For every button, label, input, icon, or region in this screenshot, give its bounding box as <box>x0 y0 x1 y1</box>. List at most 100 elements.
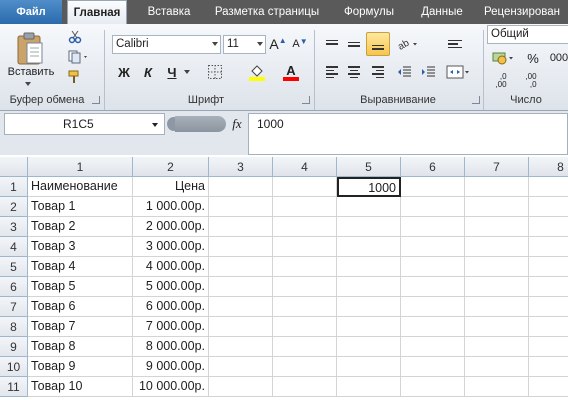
row-header[interactable]: 9 <box>0 337 28 357</box>
cell[interactable]: Товар 1 <box>28 197 133 217</box>
cell[interactable]: Цена <box>133 177 209 197</box>
cell[interactable] <box>529 337 568 357</box>
paste-dropdown-arrow[interactable] <box>25 82 31 86</box>
row-header[interactable]: 7 <box>0 297 28 317</box>
cell[interactable] <box>465 277 529 297</box>
cell[interactable] <box>273 297 337 317</box>
cell[interactable] <box>465 337 529 357</box>
cell[interactable] <box>337 217 401 237</box>
cell[interactable] <box>209 337 273 357</box>
cell[interactable] <box>465 317 529 337</box>
align-top-icon[interactable] <box>322 34 342 54</box>
row-header[interactable]: 3 <box>0 217 28 237</box>
cell[interactable] <box>273 337 337 357</box>
font-size-dropdown[interactable]: 11 <box>223 35 266 54</box>
shrink-font-button[interactable]: A ▼ <box>290 34 310 54</box>
cell[interactable] <box>401 177 465 197</box>
cell[interactable] <box>401 337 465 357</box>
cell[interactable] <box>401 277 465 297</box>
tab-review[interactable]: Рецензирован <box>484 0 568 24</box>
cell[interactable]: Товар 4 <box>28 257 133 277</box>
column-header[interactable]: 2 <box>133 157 209 177</box>
align-left-icon[interactable] <box>322 62 342 82</box>
chevron-down-icon[interactable] <box>152 123 158 127</box>
underline-dropdown-arrow[interactable] <box>184 70 190 74</box>
cell[interactable] <box>529 197 568 217</box>
cell[interactable] <box>401 257 465 277</box>
cell[interactable]: Товар 7 <box>28 317 133 337</box>
cell[interactable] <box>465 217 529 237</box>
cell[interactable] <box>337 337 401 357</box>
cell[interactable] <box>273 357 337 377</box>
alignment-launcher-icon[interactable] <box>472 96 480 104</box>
cell[interactable]: Товар 6 <box>28 297 133 317</box>
row-header[interactable]: 8 <box>0 317 28 337</box>
cell[interactable] <box>529 297 568 317</box>
tab-insert[interactable]: Вставка <box>136 0 202 24</box>
formula-input[interactable]: 1000 <box>248 113 568 155</box>
align-bottom-icon[interactable] <box>366 32 390 56</box>
cell[interactable] <box>401 217 465 237</box>
cell[interactable] <box>273 237 337 257</box>
cell[interactable] <box>465 297 529 317</box>
cell[interactable] <box>401 237 465 257</box>
select-all-button[interactable] <box>0 157 28 177</box>
cell[interactable] <box>465 377 529 397</box>
cell[interactable] <box>401 377 465 397</box>
merge-center-icon[interactable] <box>444 62 472 82</box>
cell[interactable] <box>273 217 337 237</box>
cell[interactable]: 2 000.00р. <box>133 217 209 237</box>
tab-formulas[interactable]: Формулы <box>336 0 402 24</box>
tab-home[interactable]: Главная <box>67 0 127 25</box>
row-header[interactable]: 4 <box>0 237 28 257</box>
cell[interactable]: 9 000.00р. <box>133 357 209 377</box>
cell[interactable] <box>337 357 401 377</box>
cell[interactable] <box>337 297 401 317</box>
cell[interactable] <box>273 317 337 337</box>
borders-icon[interactable] <box>204 62 226 82</box>
increase-indent-icon[interactable] <box>418 62 438 82</box>
decrease-decimal-button[interactable]: ,00 ,0 <box>518 70 544 92</box>
cell[interactable]: Наименование <box>28 177 133 197</box>
fill-color-icon[interactable] <box>246 62 268 82</box>
cell[interactable]: 3 000.00р. <box>133 237 209 257</box>
row-header[interactable]: 1 <box>0 177 28 197</box>
clipboard-launcher-icon[interactable] <box>92 96 100 104</box>
row-header[interactable]: 10 <box>0 357 28 377</box>
font-name-dropdown[interactable]: Calibri <box>112 35 221 54</box>
cell[interactable] <box>529 277 568 297</box>
selected-cell[interactable]: 1000 <box>337 177 401 197</box>
tab-page-layout[interactable]: Разметка страницы <box>208 0 326 24</box>
italic-button[interactable]: К <box>138 62 158 82</box>
wrap-text-icon[interactable] <box>444 34 466 54</box>
cell[interactable] <box>465 237 529 257</box>
column-header[interactable]: 3 <box>209 157 273 177</box>
name-box[interactable]: R1C5 <box>4 113 165 135</box>
cell[interactable] <box>209 217 273 237</box>
cell[interactable] <box>209 177 273 197</box>
cell[interactable] <box>529 217 568 237</box>
column-header[interactable]: 1 <box>28 157 133 177</box>
cell[interactable] <box>337 237 401 257</box>
cell[interactable]: 5 000.00р. <box>133 277 209 297</box>
cell[interactable] <box>401 197 465 217</box>
paste-button-label[interactable]: Вставить <box>4 66 58 78</box>
cell[interactable] <box>529 237 568 257</box>
percent-button[interactable]: % <box>524 48 542 68</box>
cell[interactable] <box>273 197 337 217</box>
copy-icon[interactable] <box>66 48 92 66</box>
cell[interactable]: 6 000.00р. <box>133 297 209 317</box>
column-header[interactable]: 4 <box>273 157 337 177</box>
cell[interactable] <box>465 357 529 377</box>
align-middle-icon[interactable] <box>344 34 364 54</box>
align-right-icon[interactable] <box>368 62 388 82</box>
cell[interactable] <box>209 297 273 317</box>
tab-data[interactable]: Данные <box>410 0 474 24</box>
row-header[interactable]: 11 <box>0 377 28 397</box>
cell[interactable]: 10 000.00р. <box>133 377 209 397</box>
column-header[interactable]: 5 <box>337 157 401 177</box>
number-format-dropdown[interactable]: Общий <box>487 25 568 44</box>
cell[interactable]: 8 000.00р. <box>133 337 209 357</box>
cell[interactable] <box>401 357 465 377</box>
comma-style-button[interactable]: 000 <box>546 48 568 68</box>
